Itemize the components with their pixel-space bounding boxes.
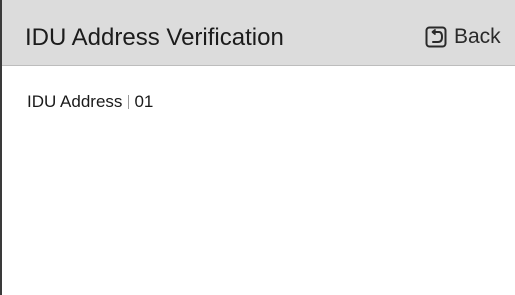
label-divider	[128, 95, 130, 109]
back-label: Back	[454, 25, 501, 48]
back-button[interactable]: Back	[425, 22, 501, 52]
idu-address-value: 01	[134, 92, 154, 111]
idu-address-label: IDU Address	[27, 92, 123, 111]
header-bar: IDU Address Verification Back	[2, 0, 515, 66]
page-title: IDU Address Verification	[25, 24, 284, 51]
return-arrow-icon	[425, 26, 447, 48]
idu-address-verification-screen: IDU Address Verification Back IDU Addres…	[0, 0, 515, 295]
idu-address-row: IDU Address 01	[27, 91, 153, 113]
